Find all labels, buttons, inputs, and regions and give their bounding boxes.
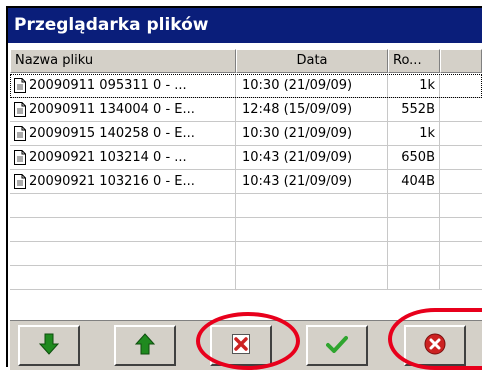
table-row[interactable]: 20090915 140258 0 - E... 10:30 (21/09/09…	[10, 122, 482, 146]
file-name: 20090915 140258 0 - E...	[29, 126, 195, 141]
file-name: 20090921 103216 0 - E...	[29, 174, 195, 189]
file-date: 10:30 (21/09/09)	[236, 74, 388, 97]
file-icon	[14, 174, 26, 189]
table-row[interactable]: 20090911 134004 0 - E... 12:48 (15/09/09…	[10, 98, 482, 122]
arrow-down-icon	[38, 333, 60, 359]
file-size: 552B	[388, 98, 440, 121]
file-name-cell: 20090921 103216 0 - E...	[10, 170, 236, 193]
table-row[interactable]: 20090921 103216 0 - E... 10:43 (21/09/09…	[10, 170, 482, 194]
file-date: 10:43 (21/09/09)	[236, 170, 388, 193]
column-header-size[interactable]: Ro...	[388, 49, 440, 73]
column-header-filler	[440, 49, 482, 73]
file-date: 12:48 (15/09/09)	[236, 98, 388, 121]
window-title: Przeglądarka plików	[8, 8, 482, 43]
confirm-button[interactable]	[306, 325, 368, 366]
file-size: 404B	[388, 170, 440, 193]
checkmark-icon	[326, 335, 348, 357]
file-name-cell: 20090911 134004 0 - E...	[10, 98, 236, 121]
file-name: 20090921 103214 0 - ...	[29, 150, 187, 165]
cancel-icon	[424, 333, 446, 359]
file-size: 1k	[388, 74, 440, 97]
file-date: 10:43 (21/09/09)	[236, 146, 388, 169]
delete-file-icon	[231, 333, 251, 359]
file-list: 20090911 095311 0 - ... 10:30 (21/09/09)…	[10, 74, 482, 298]
table-row[interactable]: 20090911 095311 0 - ... 10:30 (21/09/09)…	[10, 74, 482, 98]
cancel-button[interactable]	[404, 325, 466, 366]
file-browser-window: Przeglądarka plików Nazwa pliku Data Ro.…	[6, 6, 482, 370]
bottom-toolbar	[10, 320, 482, 370]
file-name-cell: 20090911 095311 0 - ...	[10, 74, 236, 97]
file-icon	[14, 150, 26, 165]
file-icon	[14, 102, 26, 117]
file-name: 20090911 134004 0 - E...	[29, 102, 195, 117]
file-size: 1k	[388, 122, 440, 145]
file-name-cell: 20090921 103214 0 - ...	[10, 146, 236, 169]
delete-file-button[interactable]	[210, 325, 272, 366]
move-down-button[interactable]	[18, 325, 80, 366]
empty-row	[10, 194, 482, 218]
file-name-cell: 20090915 140258 0 - E...	[10, 122, 236, 145]
table-row[interactable]: 20090921 103214 0 - ... 10:43 (21/09/09)…	[10, 146, 482, 170]
arrow-up-icon	[134, 332, 156, 359]
empty-row	[10, 218, 482, 242]
empty-row	[10, 242, 482, 266]
file-icon	[14, 126, 26, 141]
move-up-button[interactable]	[114, 325, 176, 366]
file-icon	[14, 78, 26, 93]
column-header-date[interactable]: Data	[236, 49, 388, 73]
file-name: 20090911 095311 0 - ...	[29, 78, 187, 93]
file-date: 10:30 (21/09/09)	[236, 122, 388, 145]
column-header-name[interactable]: Nazwa pliku	[10, 49, 236, 73]
file-size: 650B	[388, 146, 440, 169]
table-header: Nazwa pliku Data Ro...	[10, 49, 482, 73]
empty-row	[10, 266, 482, 290]
